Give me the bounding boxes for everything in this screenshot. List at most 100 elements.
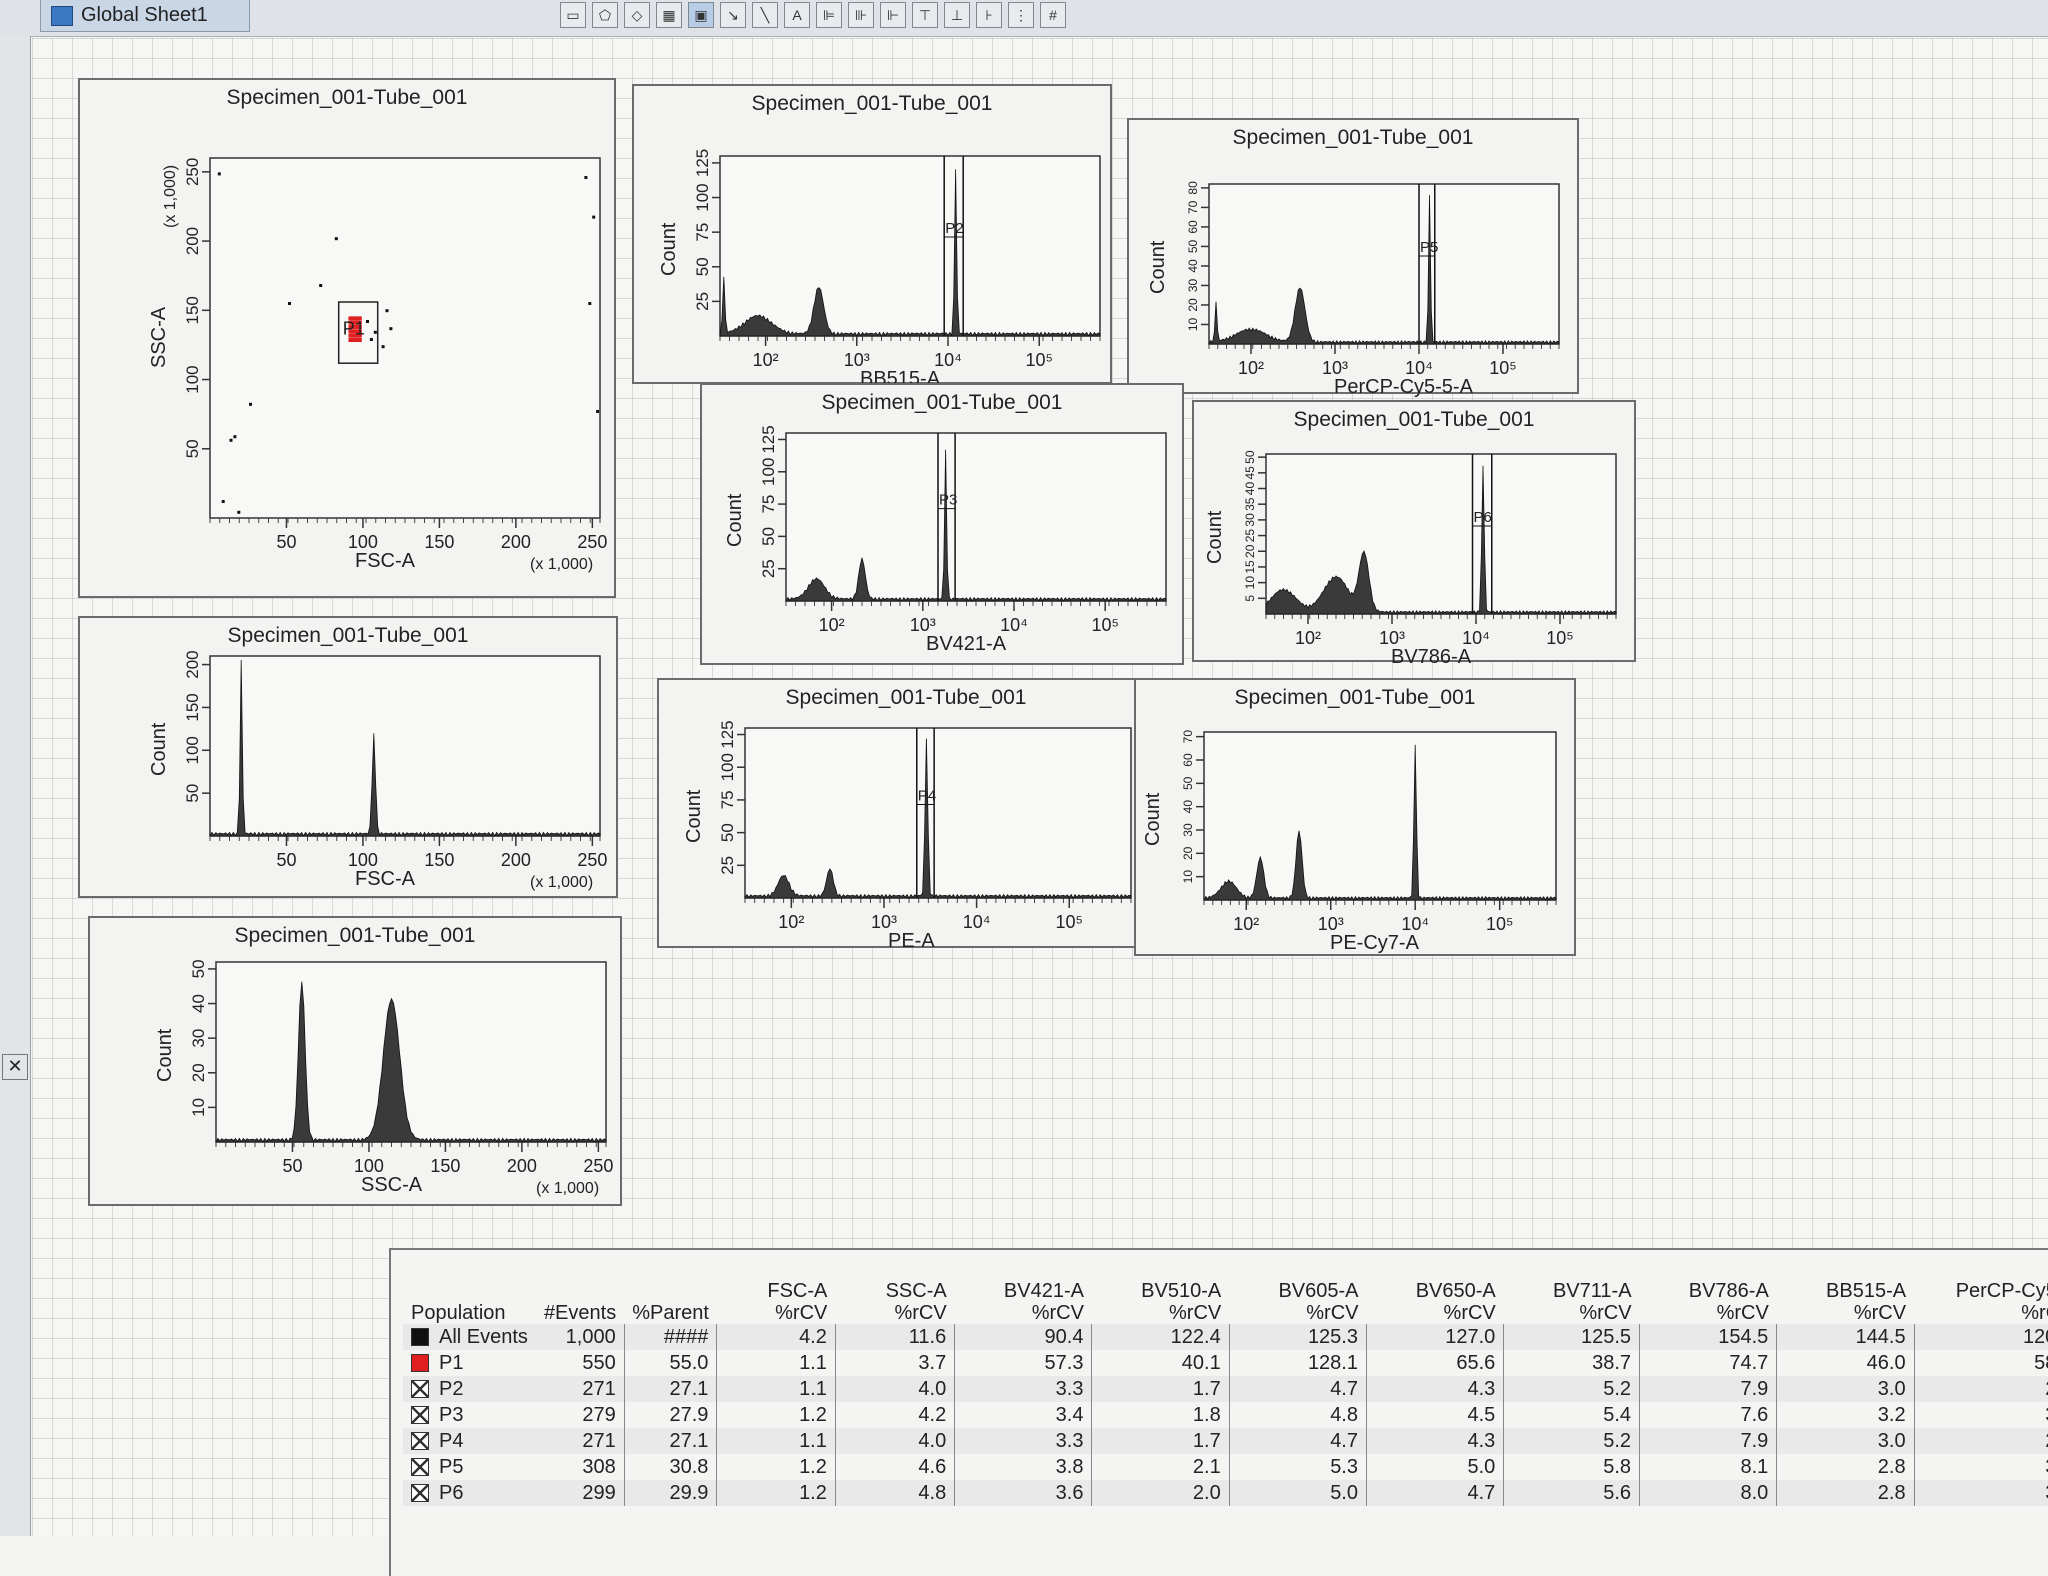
stats-row-p1[interactable]: P1 550 55.0 1.1 3.7 57.3 40.1 128.1 65.6 38.7 74.7… <box>403 1350 2048 1376</box>
stats-header-cell[interactable]: BV510-A %rCV <box>1092 1280 1229 1324</box>
y-tick-label: 50 <box>1243 450 1257 464</box>
plot-fsc[interactable]: Specimen_001-Tube_001 50 100 150 200 250 50 100… <box>78 616 618 898</box>
plot-frame <box>744 727 1132 899</box>
population-color-swatch-icon[interactable] <box>411 1328 429 1347</box>
stats-value-cell: 3.8 <box>954 1454 1093 1480</box>
stats-value-cell: 308 <box>535 1454 625 1480</box>
text-icon[interactable]: A <box>784 2 810 28</box>
x-tick-label: 10⁵ <box>1025 350 1052 370</box>
stats-header-cell[interactable]: %Parent <box>624 1280 717 1324</box>
stats-row-p5[interactable]: P5 30830.81.24.63.82.15.35.05.88.12.83.9 <box>403 1454 2048 1480</box>
stats-header-cell[interactable]: BV650-A %rCV <box>1367 1280 1504 1324</box>
stats-header-cell[interactable]: FSC-A %rCV <box>717 1280 835 1324</box>
stats-header-cell[interactable]: BV786-A %rCV <box>1640 1280 1777 1324</box>
population-name: P6 <box>439 1481 464 1504</box>
plot-percp[interactable]: Specimen_001-Tube_001 10² 10³ 10⁴ 10⁵ 10 20 30 4… <box>1127 118 1579 398</box>
rect-gate-icon[interactable]: ▭ <box>560 2 586 28</box>
stats-header-cell[interactable]: #Events <box>536 1280 624 1324</box>
gate-label: P5 <box>1420 239 1438 256</box>
population-color-swatch-icon[interactable] <box>411 1354 429 1373</box>
stats-row-p2[interactable]: P2 27127.11.14.03.31.74.74.35.27.93.02.8 <box>403 1376 2048 1402</box>
event-dot <box>381 345 385 349</box>
hidden-population-checkbox-icon[interactable] <box>411 1484 429 1503</box>
x-tick-label: 50 <box>276 532 296 552</box>
x-tick-label: 10³ <box>910 615 936 635</box>
stats-value-cell: 4.6 <box>835 1454 956 1480</box>
left-panel-strip: ✕ <box>0 36 31 1536</box>
plot-bb515[interactable]: Specimen_001-Tube_001 10² 10³ 10⁴ 10⁵ 25 50 75 1… <box>632 84 1112 390</box>
x-tick-label: 200 <box>507 1156 537 1176</box>
population-cell[interactable]: All Events <box>403 1324 536 1350</box>
hidden-population-checkbox-icon[interactable] <box>411 1432 429 1451</box>
y-tick-label: 50 <box>183 439 202 458</box>
x-tick-label: 100 <box>348 850 378 870</box>
stats-header-cell[interactable]: BV421-A %rCV <box>955 1280 1092 1324</box>
distribute-icon[interactable]: ⋮ <box>1008 2 1034 28</box>
x-tick-label: 10⁵ <box>1055 912 1082 932</box>
x-tick-label: 100 <box>348 532 378 552</box>
population-cell[interactable]: P6 <box>403 1480 536 1506</box>
y-tick-label: 40 <box>189 994 208 1013</box>
population-cell[interactable]: P5 <box>403 1454 536 1480</box>
plot-frame <box>215 961 607 1143</box>
align-center-icon[interactable]: ⊪ <box>848 2 874 28</box>
stats-value-cell: 4.2 <box>835 1402 956 1428</box>
plot-pecy7[interactable]: Specimen_001-Tube_001 10² 10³ 10⁴ 10⁵ 10 20 30 4… <box>1134 678 1576 956</box>
stats-header-cell[interactable]: BV605-A %rCV <box>1229 1280 1366 1324</box>
x-tick-label: 10³ <box>871 912 897 932</box>
population-cell[interactable]: P1 <box>403 1350 536 1376</box>
hidden-population-checkbox-icon[interactable] <box>411 1406 429 1425</box>
stats-value-cell: 3.0 <box>1776 1376 1915 1402</box>
line-icon[interactable]: ╲ <box>752 2 778 28</box>
stats-value-cell: 29.9 <box>624 1480 718 1506</box>
stats-row-p3[interactable]: P327927.91.24.23.41.84.84.55.47.63.23.4 <box>403 1402 2048 1428</box>
stats-header-cell[interactable]: BV711-A %rCV <box>1504 1280 1640 1324</box>
population-cell[interactable]: P4 <box>403 1428 536 1454</box>
stats-header-cell[interactable]: Population <box>403 1280 536 1324</box>
polygon-gate-icon[interactable]: ⬠ <box>592 2 618 28</box>
align-middle-icon[interactable]: ⊥ <box>944 2 970 28</box>
quad-gate-icon[interactable]: ▦ <box>656 2 682 28</box>
population-cell[interactable]: P2 <box>403 1376 536 1402</box>
hidden-population-checkbox-icon[interactable] <box>411 1458 429 1477</box>
align-left-icon[interactable]: ⊫ <box>816 2 842 28</box>
x-tick-label: 50 <box>282 1156 302 1176</box>
stats-value-cell: 4.0 <box>835 1428 956 1454</box>
stats-row-all-events[interactable]: All Events 1,000 #### 4.2 11.6 90.4 122.4 125.3… <box>403 1324 2048 1350</box>
stats-value-cell: 299 <box>535 1480 625 1506</box>
snap-gate-icon[interactable]: ▣ <box>688 2 714 28</box>
plot-ssc[interactable]: Specimen_001-Tube_001 50 100 150 200 250 10 20 3… <box>88 916 622 1206</box>
x-tick-label: 10² <box>778 912 804 932</box>
stats-value-cell: 3.6 <box>954 1480 1093 1506</box>
plot-bv421[interactable]: Specimen_001-Tube_001 10² 10³ 10⁴ 10⁵ 25 50 75 1… <box>700 383 1184 665</box>
tab-global-sheet1[interactable]: Global Sheet1 <box>40 0 250 32</box>
stats-row-p4[interactable]: P4 27127.11.14.03.31.74.74.35.27.93.02.8 <box>403 1428 2048 1454</box>
stats-value-cell: 58.5 <box>1914 1350 2048 1376</box>
stats-value-cell: 90.4 <box>954 1324 1093 1350</box>
gate-icon[interactable]: ◇ <box>624 2 650 28</box>
stats-header-cell[interactable]: PerCP-Cy5... %rCV <box>1914 1280 2048 1324</box>
close-icon[interactable]: ✕ <box>2 1054 28 1080</box>
stats-row-p6[interactable]: P6 29929.91.24.83.62.05.04.75.68.02.83.8 <box>403 1480 2048 1506</box>
y-tick-label: 25 <box>759 559 778 578</box>
x-tick-label: 150 <box>430 1156 460 1176</box>
x-scale-label: (x 1,000) <box>530 874 594 891</box>
hidden-population-checkbox-icon[interactable] <box>411 1380 429 1399</box>
y-tick-label: 100 <box>183 736 202 764</box>
grid-icon[interactable]: # <box>1040 2 1066 28</box>
plot-frame <box>1208 183 1560 345</box>
plot-dot[interactable]: Specimen_001-Tube_001 50 100 150 200 250 50 100… <box>78 78 616 598</box>
y-tick-label: 80 <box>1186 181 1200 195</box>
event-dot <box>588 302 592 305</box>
x-tick-label: 10⁴ <box>1462 628 1490 648</box>
align-bottom-icon[interactable]: ⊦ <box>976 2 1002 28</box>
plot-pe[interactable]: Specimen_001-Tube_001 10² 10³ 10⁴ 10⁵ 25 50 75 1… <box>657 678 1155 952</box>
population-cell[interactable]: P3 <box>403 1402 536 1428</box>
arrow-icon[interactable]: ↘ <box>720 2 746 28</box>
plot-bv786[interactable]: Specimen_001-Tube_001 10² 10³ 10⁴ 10⁵ 5 10 15 20… <box>1192 400 1636 668</box>
align-top-icon[interactable]: ⊤ <box>912 2 938 28</box>
stats-header-cell[interactable]: SSC-A %rCV <box>835 1280 954 1324</box>
align-right-icon[interactable]: ⊩ <box>880 2 906 28</box>
plot-frame <box>1265 453 1617 615</box>
stats-header-cell[interactable]: BB515-A %rCV <box>1777 1280 1914 1324</box>
